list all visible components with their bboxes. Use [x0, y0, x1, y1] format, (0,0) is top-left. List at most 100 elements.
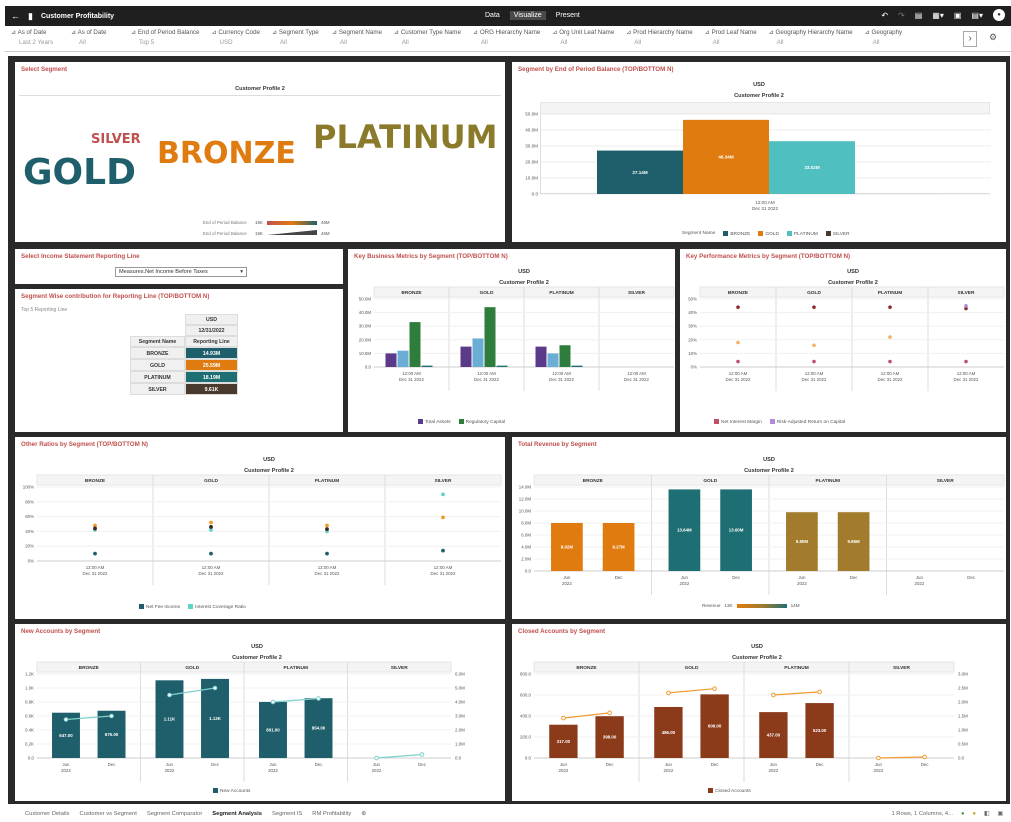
legend-total-assets[interactable]: Total Assets — [418, 419, 451, 425]
legend-new-accounts[interactable]: New Accounts — [213, 788, 250, 794]
legend-net-fee-income[interactable]: Net Fee Income — [139, 604, 180, 610]
filter-icon: ⊿ — [704, 29, 712, 36]
filter-6[interactable]: ⊿ Customer Type Name All — [388, 26, 467, 51]
eop-x-label-date: Dec 31 2022 — [751, 206, 779, 211]
word-bronze[interactable]: BRONZE — [157, 136, 296, 171]
tab-visualize[interactable]: Visualize — [509, 11, 546, 20]
filter-12[interactable]: ⊿ Geography All — [859, 26, 919, 51]
expand-icon[interactable]: ▣ — [998, 811, 1003, 817]
y-tick: 20% — [688, 337, 697, 342]
legend-platinum[interactable]: PLATINUM — [786, 231, 818, 237]
kpm-legend: Net Interest Margin Risk-Adjusted Return… — [714, 419, 845, 425]
undo-icon[interactable]: ↶ — [881, 11, 888, 20]
bar-label: 33.02M — [804, 165, 819, 170]
legend-nim[interactable]: Net Interest Margin — [714, 419, 762, 425]
ratio-dot — [441, 492, 445, 497]
y-tick: 10% — [688, 351, 697, 356]
facet-header: BRONZE — [576, 665, 597, 671]
filter-icon: ⊿ — [393, 29, 401, 36]
filter-2[interactable]: ⊿ End of Period Balance Top 5 — [125, 26, 205, 51]
ratios-plot-svg: BRONZE GOLD PLATINUM SILVER 100% 80% 60% 40% 20%… — [23, 474, 502, 585]
word-gold[interactable]: GOLD — [23, 152, 136, 193]
legend-bronze[interactable]: BRONZE — [723, 231, 750, 237]
y-tick: 10.0M — [525, 176, 538, 181]
tab-rm-profitability[interactable]: RM Profitability — [312, 811, 351, 817]
tab-segment-is[interactable]: Segment IS — [272, 811, 302, 817]
filter-3[interactable]: ⊿ Currency Code USD — [205, 26, 266, 51]
add-canvas-icon[interactable]: ⊕ — [361, 811, 366, 817]
filter-0[interactable]: ⊿ As of Date Last 2 Years — [5, 26, 65, 51]
filter-9[interactable]: ⊿ Prod Hierarchy Name All — [620, 26, 698, 51]
word-platinum[interactable]: PLATINUM — [313, 118, 497, 156]
legend-closed-accounts[interactable]: Closed Accounts — [708, 788, 751, 794]
x-tick: 12:00 AM — [402, 371, 421, 376]
x-tick: Dec 31 2022 — [954, 377, 979, 382]
x-tick: 12:00 AM — [202, 565, 221, 570]
menu-icon[interactable]: ▤▾ — [971, 11, 983, 20]
back-icon[interactable]: ← — [11, 11, 20, 21]
y-tick: 30.0M — [359, 324, 372, 329]
y-tick: 0% — [28, 559, 34, 564]
x-tick: 2022 — [680, 581, 690, 586]
facet-header: GOLD — [807, 290, 821, 296]
pin-icon[interactable]: ● — [973, 811, 977, 817]
layout-icon[interactable]: ◧ — [984, 811, 989, 817]
profile-header: Customer Profile 2 — [828, 280, 878, 286]
avatar[interactable]: ● — [993, 9, 1005, 21]
kpm-dot — [964, 359, 968, 364]
trend-point — [817, 689, 822, 695]
x-tick: 12:00 AM — [957, 371, 976, 376]
filter-label-text: As of Date — [17, 29, 47, 36]
filter-7[interactable]: ⊿ ORG Hierarchy Name All — [467, 26, 546, 51]
legend-gold[interactable]: GOLD — [758, 231, 779, 237]
add-icon[interactable]: ▦▾ — [932, 11, 944, 20]
filter-scroll-right-icon[interactable]: › — [963, 31, 977, 47]
tab-segment-analysis[interactable]: Segment Analysis — [212, 811, 262, 817]
legend-interest-coverage[interactable]: Interest Coverage Ratio — [188, 604, 246, 610]
tab-data[interactable]: Data — [481, 11, 504, 20]
filter-settings-icon[interactable]: ⚙ — [989, 32, 997, 43]
redo-icon[interactable]: ↷ — [898, 11, 905, 20]
filter-label-text: Prod Hierarchy Name — [633, 29, 693, 36]
filter-8[interactable]: ⊿ Org Unit Leaf Name All — [546, 26, 620, 51]
grid-icon[interactable]: ▣ — [954, 11, 962, 20]
kbm-bar — [496, 365, 508, 367]
filter-10[interactable]: ⊿ Prod Leaf Name All — [699, 26, 763, 51]
facet-header: BRONZE — [728, 290, 749, 296]
filter-1[interactable]: ⊿ As of Date All — [65, 26, 125, 51]
tab-customer-details[interactable]: Customer Details — [25, 811, 69, 817]
x-tick: Dec — [606, 762, 615, 767]
filter-4[interactable]: ⊿ Segment Type All — [266, 26, 326, 51]
legend-raroc[interactable]: Risk-Adjusted Return on Capital — [769, 419, 845, 425]
word-silver[interactable]: SILVER — [91, 132, 141, 147]
tab-segment-comparator[interactable]: Segment Comparator — [147, 811, 202, 817]
kbm-bar — [409, 322, 421, 367]
trend-point — [607, 710, 612, 716]
filter-label-text: Currency Code — [218, 29, 261, 36]
trend-point — [561, 715, 566, 721]
table-date: 12/31/2022 — [185, 325, 238, 336]
facet-header: GOLD — [703, 478, 717, 484]
y2-tick: 3.0M — [958, 672, 968, 677]
trend-point — [922, 754, 927, 760]
filter-11[interactable]: ⊿ Geography Hierarchy Name All — [763, 26, 859, 51]
filter-value: All — [872, 39, 880, 46]
bar-label: 8.02M — [561, 545, 574, 550]
status-text: 1 Rows, 1 Columns, 4... — [891, 811, 953, 817]
color-legend-min: 15K — [255, 220, 263, 225]
save-icon[interactable]: ▤ — [915, 11, 923, 20]
panel-title: Closed Accounts by Segment — [518, 628, 606, 635]
filter-value: All — [401, 39, 409, 46]
tab-present[interactable]: Present — [552, 11, 584, 20]
reporting-line-select[interactable]: Measures.Net Income Before Taxes ▾ — [115, 267, 247, 277]
x-tick: Dec — [211, 762, 220, 767]
x-tick: Dec — [315, 762, 324, 767]
bar-label: 647.00 — [59, 733, 73, 738]
filter-5[interactable]: ⊿ Segment Name All — [326, 26, 388, 51]
legend-regulatory-capital[interactable]: Regulatory Capital — [458, 419, 505, 425]
tab-customer-vs-segment[interactable]: Customer vs Segment — [79, 811, 136, 817]
y2-tick: 6.0M — [455, 672, 465, 677]
rev-plot-svg: BRONZE GOLD PLATINUM SILVER 14.0M 12.0M 10.0M 8… — [519, 474, 1005, 595]
legend-silver[interactable]: SILVER — [825, 231, 850, 237]
info-icon[interactable]: ● — [961, 811, 965, 817]
